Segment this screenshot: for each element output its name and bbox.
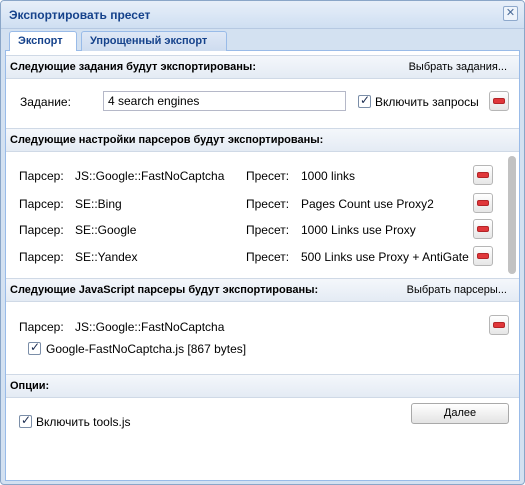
preset-label: Пресет: bbox=[246, 250, 290, 264]
tasks-section-header: Следующие задания будут экспортированы: … bbox=[6, 55, 519, 79]
parsers-section-title: Следующие настройки парсеров будут экспо… bbox=[10, 134, 324, 146]
preset-name: 500 Links use Proxy + AntiGate bbox=[301, 250, 469, 264]
js-section-title: Следующие JavaScript парсеры будут экспо… bbox=[10, 284, 319, 296]
select-tasks-link[interactable]: Выбрать задания... bbox=[409, 61, 507, 73]
remove-parser-button[interactable] bbox=[473, 219, 493, 239]
parser-name: SE::Google bbox=[75, 223, 137, 237]
preset-label: Пресет: bbox=[246, 169, 290, 183]
select-parsers-link[interactable]: Выбрать парсеры... bbox=[407, 284, 507, 296]
options-section-header: Опции: bbox=[6, 374, 519, 398]
preset-name: 1000 Links use Proxy bbox=[301, 223, 416, 237]
preset-label: Пресет: bbox=[246, 197, 290, 211]
remove-parser-button[interactable] bbox=[473, 246, 493, 266]
options-section-title: Опции: bbox=[10, 380, 50, 392]
scrollbar-thumb[interactable] bbox=[508, 156, 516, 274]
tab-simple-export[interactable]: Упрощенный экспорт bbox=[81, 31, 227, 51]
remove-task-button[interactable] bbox=[489, 91, 509, 111]
include-tools-checkbox[interactable] bbox=[19, 413, 32, 428]
parser-name: SE::Bing bbox=[75, 197, 122, 211]
parser-label: Парсер: bbox=[19, 197, 64, 211]
include-requests-checkbox[interactable] bbox=[358, 93, 371, 108]
include-tools-label: Включить tools.js bbox=[36, 415, 131, 429]
parser-name: JS::Google::FastNoCaptcha bbox=[75, 169, 225, 183]
remove-parser-button[interactable] bbox=[473, 165, 493, 185]
task-label: Задание: bbox=[20, 95, 71, 109]
parsers-scrollbar[interactable] bbox=[508, 156, 516, 274]
parser-label: Парсер: bbox=[19, 169, 64, 183]
js-file-label: Google-FastNoCaptcha.js [867 bytes] bbox=[46, 342, 247, 356]
window-titlebar: Экспортировать пресет ✕ bbox=[1, 1, 524, 29]
task-input[interactable] bbox=[103, 91, 346, 111]
parser-name: SE::Yandex bbox=[75, 250, 138, 264]
close-icon[interactable]: ✕ bbox=[503, 6, 518, 21]
include-requests-label: Включить запросы bbox=[375, 95, 479, 109]
parsers-section-header: Следующие настройки парсеров будут экспо… bbox=[6, 128, 519, 152]
js-parser-name: JS::Google::FastNoCaptcha bbox=[75, 320, 225, 334]
preset-name: 1000 links bbox=[301, 169, 356, 183]
parser-label: Парсер: bbox=[19, 223, 64, 237]
preset-name: Pages Count use Proxy2 bbox=[301, 197, 434, 211]
export-preset-window: Экспортировать пресет ✕ Экспорт Упрощенн… bbox=[0, 0, 525, 485]
next-button[interactable]: Далее bbox=[411, 403, 509, 424]
parser-label: Парсер: bbox=[19, 250, 64, 264]
tasks-section-title: Следующие задания будут экспортированы: bbox=[10, 61, 256, 73]
js-file-checkbox[interactable] bbox=[28, 340, 41, 355]
preset-label: Пресет: bbox=[246, 223, 290, 237]
js-parser-label: Парсер: bbox=[19, 320, 64, 334]
js-section-header: Следующие JavaScript парсеры будут экспо… bbox=[6, 278, 519, 302]
remove-parser-button[interactable] bbox=[473, 193, 493, 213]
window-title: Экспортировать пресет bbox=[9, 8, 151, 22]
remove-js-parser-button[interactable] bbox=[489, 315, 509, 335]
tab-bar: Экспорт Упрощенный экспорт bbox=[5, 29, 520, 52]
tab-export[interactable]: Экспорт bbox=[9, 31, 77, 52]
